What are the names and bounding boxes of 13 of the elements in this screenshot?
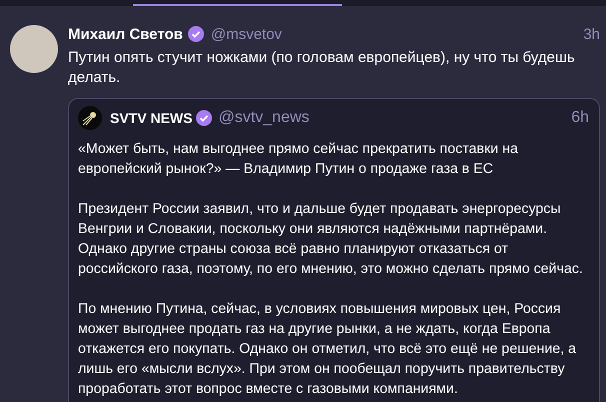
quoted-tweet-paragraph: По мнению Путина, сейчас, в условиях повышения мировых цен, Россия может выгоднее продать газ на другие рынки, а не ждать, когда Европа откажется его покупать. Однако он отметил, что всё это ещё не решение, а лишь его «мысли вслух». При этом он пообещал поручить правительству проработать этот вопрос вместе с газовыми компаниями. — [78, 300, 578, 399]
satellite-logo-icon — [78, 106, 102, 130]
quoted-tweet-paragraph: Президент России заявил, что и дальше будет продавать энергоресурсы Венгрии и Словакии, поскольку они являются надёжными партнёрами. Однако другие страны союза всё равно планируют отказаться от российского газа, поэтому, по его мнению, это можно сделать прямо сейчас. — [78, 200, 584, 279]
timestamp[interactable]: 3h — [583, 26, 600, 42]
author-handle[interactable]: @svtv_news — [218, 109, 310, 127]
timestamp[interactable]: 6h — [571, 109, 589, 127]
avatar[interactable] — [10, 25, 58, 73]
author-name[interactable]: SVTV NEWS — [110, 110, 192, 126]
tweet-text: Путин опять стучит ножками (по головам европейцев), ну что ты будешь делать. — [68, 48, 576, 88]
author-handle[interactable]: @msvetov — [210, 26, 282, 42]
author-name[interactable]: Михаил Светов — [68, 26, 183, 42]
quoted-tweet-paragraph: «Может быть, нам выгоднее прямо сейчас прекратить поставки на европейский рынок?» — Владимир Путин о продаже газа в ЕС — [78, 140, 520, 179]
quoted-tweet-card[interactable] — [68, 98, 600, 402]
